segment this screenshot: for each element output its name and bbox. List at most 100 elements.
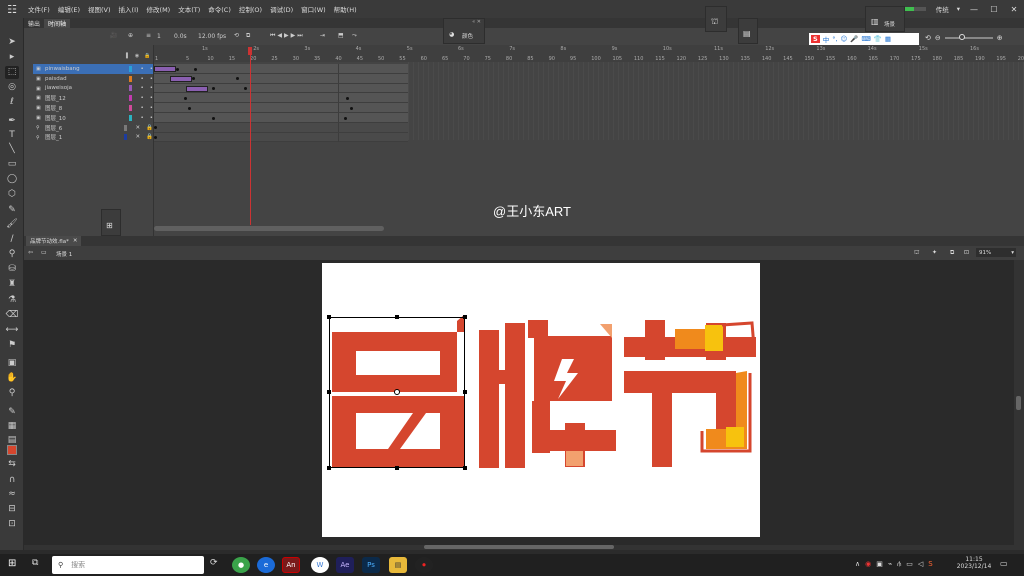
w-app-icon[interactable]: W <box>311 557 329 573</box>
tray-volume-icon[interactable]: ◁ <box>918 560 923 569</box>
motion-tween-span[interactable] <box>186 85 208 92</box>
taskbar-search[interactable]: ⚲ 搜索 <box>52 556 204 574</box>
align-panel-collapsed[interactable]: ▤ <box>738 18 758 44</box>
text-tool-icon[interactable]: T <box>5 129 19 142</box>
layer-frames[interactable] <box>154 113 408 123</box>
pen-tool-icon[interactable]: ✒ <box>5 115 19 128</box>
layer-visibility-icon[interactable]: • <box>141 76 144 82</box>
keyframe[interactable] <box>212 87 215 91</box>
onion-skin-icon[interactable]: ⧉ <box>246 32 250 40</box>
green-app-icon[interactable]: ● <box>232 557 250 573</box>
stage-v-scrollbar[interactable] <box>1014 260 1024 550</box>
tray-sogou-icon[interactable]: S <box>928 560 932 569</box>
doc-tab-close-icon[interactable]: ✕ <box>73 238 78 244</box>
tray-network-icon[interactable]: ⌁ <box>888 560 892 569</box>
glyph-pai[interactable] <box>479 320 616 468</box>
motion-tween-span[interactable] <box>154 66 176 72</box>
layer-color-swatch[interactable] <box>128 85 132 92</box>
fill-grid-icon[interactable]: ▦ <box>5 420 19 433</box>
current-frame[interactable]: 1 <box>157 33 161 40</box>
motion-tween-span[interactable] <box>170 75 192 82</box>
layer-visibility-icon[interactable]: ✕ <box>136 125 141 131</box>
layer-row[interactable]: paisdad • • <box>33 74 153 84</box>
keyframe[interactable] <box>154 126 157 130</box>
library-panel-collapsed[interactable]: ⛫ <box>705 6 727 32</box>
option-icon[interactable]: ⊡ <box>5 518 19 531</box>
free-transform-tool-icon[interactable]: ⬚ <box>5 66 19 79</box>
stroke-color-icon[interactable]: ✎ <box>5 406 19 419</box>
layer-visibility-icon[interactable]: • <box>141 95 144 101</box>
ime-tools-icon[interactable]: ▦ <box>885 35 891 43</box>
keyframe[interactable] <box>212 116 215 120</box>
edit-scene-icon[interactable]: ⛫ <box>914 249 920 257</box>
keyframe[interactable] <box>194 67 197 71</box>
menu-item[interactable]: 编辑(E) <box>54 4 84 14</box>
layer-name[interactable]: 图层_12 <box>45 94 129 102</box>
layer-visibility-icon[interactable]: • <box>141 66 144 72</box>
smooth-icon[interactable]: ≈ <box>5 488 19 501</box>
edit-symbol-icon[interactable]: ✦ <box>932 249 937 256</box>
layer-row[interactable]: 图层_1 ✕ 🔒 <box>33 133 153 143</box>
tab-output[interactable]: 输出 <box>24 19 44 28</box>
after-effects-icon[interactable]: Ae <box>336 557 354 573</box>
bone-tool-icon[interactable]: ⚲ <box>5 248 19 261</box>
layer-frames[interactable] <box>154 132 408 143</box>
layer-row[interactable]: 图层_8 • • <box>33 103 153 113</box>
pencil-icon[interactable]: ✎ <box>5 204 19 217</box>
parent-view-icon[interactable]: ⊕ <box>128 32 133 39</box>
layer-name[interactable]: jiaweisoja <box>45 85 129 91</box>
tab-timeline[interactable]: 时间轴 <box>44 18 71 28</box>
layer-row[interactable]: 图层_6 ✕ 🔒 <box>33 123 153 133</box>
tray-usb-icon[interactable]: ⫛ <box>897 560 901 569</box>
keyframe[interactable] <box>344 116 347 120</box>
handle-bl[interactable] <box>327 466 331 470</box>
line-tool-icon[interactable]: ╲ <box>5 143 19 156</box>
glyph-jie[interactable] <box>624 320 756 467</box>
file-explorer-icon[interactable]: ▤ <box>389 557 407 573</box>
menu-item[interactable]: 帮助(H) <box>330 4 361 14</box>
reset-zoom-icon[interactable]: ⟲ <box>925 34 931 42</box>
layer-visibility-icon[interactable]: • <box>141 85 144 91</box>
keyframe[interactable] <box>244 87 247 91</box>
timeline-h-scrollbar[interactable] <box>154 226 384 231</box>
back-arrow-icon[interactable]: ⇦ <box>28 249 33 256</box>
color-panel-collapsed[interactable]: « ✕ ◕ 颜色 <box>443 18 485 44</box>
menu-item[interactable]: 视图(V) <box>84 4 115 14</box>
windows-start-icon[interactable]: ⊞ <box>8 558 16 569</box>
layer-name[interactable]: 图层_6 <box>45 124 124 132</box>
keyframe[interactable] <box>154 136 157 140</box>
layer-row[interactable]: 图层_10 • • <box>33 113 153 123</box>
ime-punct-icon[interactable]: °, <box>832 35 837 43</box>
fill-color-swatch[interactable] <box>7 445 17 455</box>
default-colors-icon[interactable]: ⇆ <box>5 458 19 471</box>
layer-visibility-icon[interactable]: ✕ <box>136 134 141 140</box>
playhead-handle[interactable] <box>248 47 252 55</box>
close-icon[interactable]: ✕ <box>1004 5 1024 14</box>
clip-stage-icon[interactable]: ⧉ <box>950 249 954 257</box>
keyframe[interactable] <box>176 67 179 71</box>
camera-layer-icon[interactable]: 🎥 <box>110 32 117 39</box>
scene-panel-collapsed[interactable]: ▥ 场景 <box>865 6 905 32</box>
keyframe[interactable] <box>188 106 191 110</box>
keyframe[interactable] <box>184 96 187 100</box>
keyframe[interactable] <box>346 96 349 100</box>
layer-color-swatch[interactable] <box>123 124 127 131</box>
layer-depth-icon[interactable]: ≡ <box>146 32 151 39</box>
layer-visibility-icon[interactable]: • <box>141 115 144 121</box>
tween-icon[interactable]: ⤳ <box>352 32 357 40</box>
menu-item[interactable]: 插入(I) <box>115 4 143 14</box>
hand-tool-icon[interactable]: ✋ <box>5 372 19 385</box>
maximize-icon[interactable]: ☐ <box>984 5 1004 14</box>
tray-battery-icon[interactable]: ▭ <box>906 560 913 569</box>
layer-header-icons[interactable]: ▌◉🔒 <box>126 53 155 59</box>
keyframe[interactable] <box>350 106 353 110</box>
ime-chinese-icon[interactable]: 中 <box>823 34 830 44</box>
width-tool-icon[interactable]: ⟷ <box>5 324 19 337</box>
handle-br[interactable] <box>463 466 467 470</box>
layer-frames[interactable] <box>154 93 408 104</box>
notification-icon[interactable]: ▭ <box>1000 559 1008 568</box>
tray-app-icon[interactable]: ▣ <box>876 560 883 569</box>
tray-chevron-icon[interactable]: ∧ <box>855 560 860 569</box>
properties-panel-collapsed[interactable]: ⊞ <box>101 209 121 236</box>
zoom-out-icon[interactable]: ⊖ <box>935 34 941 42</box>
